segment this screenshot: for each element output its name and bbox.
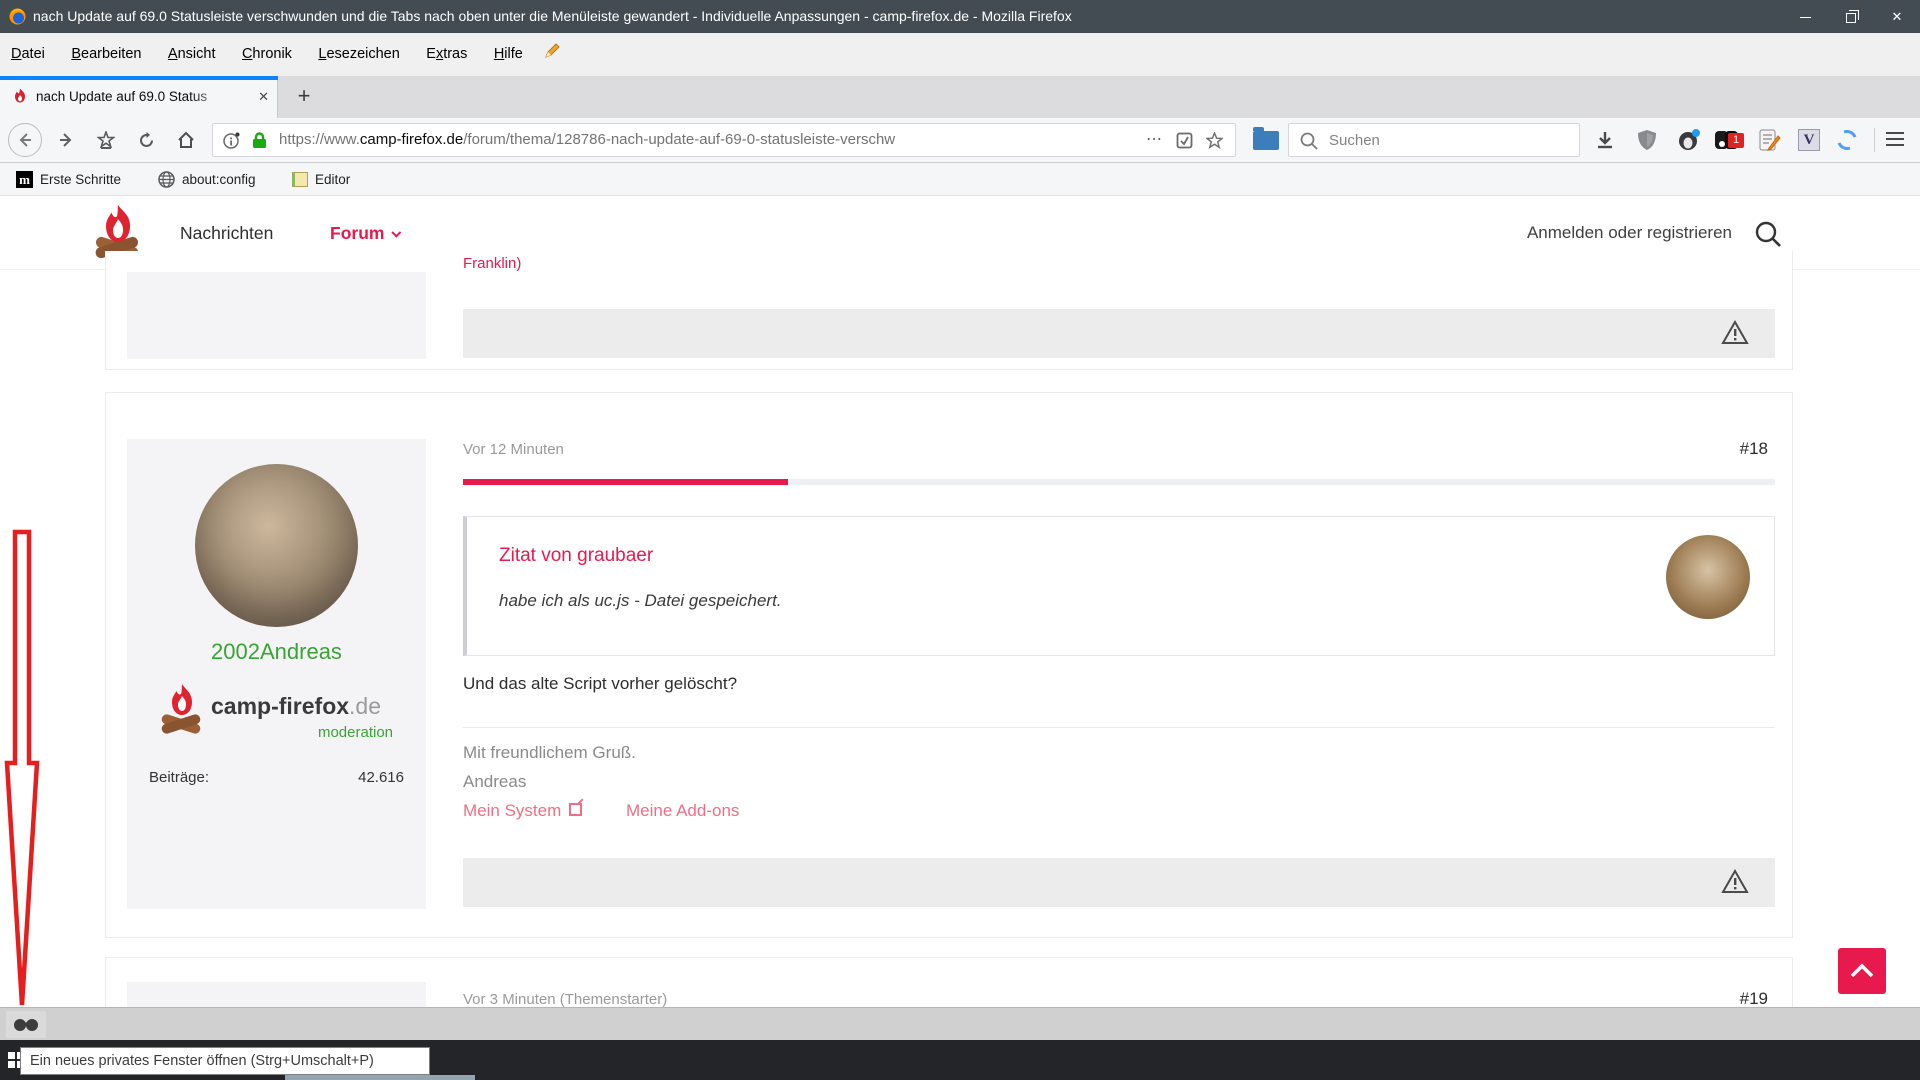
- tab-bar: nach Update auf 69.0 Status ✕ +: [0, 76, 1920, 118]
- post-19-card: Vor 3 Minuten (Themenstarter) #19: [105, 957, 1793, 1007]
- search-bar[interactable]: [1288, 123, 1580, 157]
- userscript-icon[interactable]: [1752, 118, 1786, 162]
- forum-search-icon[interactable]: [1754, 220, 1782, 253]
- author-username[interactable]: 2002Andreas: [127, 639, 426, 665]
- tab-active[interactable]: nach Update auf 69.0 Status ✕: [0, 76, 278, 118]
- window-title: nach Update auf 69.0 Statusleiste versch…: [33, 0, 1072, 33]
- quote-text: habe ich als uc.js - Datei gespeichert.: [499, 591, 782, 611]
- navigation-toolbar: https://www.camp-firefox.de/forum/thema/…: [0, 118, 1920, 163]
- globe-icon: [158, 171, 175, 188]
- search-input[interactable]: [1329, 125, 1569, 155]
- tab-favicon-flame-icon: [12, 88, 28, 109]
- post-18-author-box: 2002Andreas camp-firefox.de moderation B…: [127, 439, 426, 909]
- page-action-box-icon[interactable]: [1176, 132, 1193, 154]
- bookmark-folder-icon[interactable]: [1253, 131, 1279, 150]
- post-17-card: Franklin): [105, 251, 1793, 370]
- post-18-time[interactable]: Vor 12 Minuten: [463, 441, 564, 458]
- extension-badged-icon[interactable]: 1: [1710, 118, 1744, 162]
- window-titlebar: nach Update auf 69.0 Statusleiste versch…: [0, 0, 1920, 33]
- bookmark-about-config[interactable]: about:config: [158, 163, 256, 195]
- menu-hilfe[interactable]: Hilfe: [483, 33, 534, 76]
- home-button[interactable]: [168, 118, 204, 162]
- mozilla-m-icon: m: [16, 171, 33, 188]
- signature-line-2: Andreas: [463, 772, 526, 792]
- post-17-footer: [463, 309, 1775, 358]
- menu-chronik[interactable]: Chronik: [231, 33, 303, 76]
- post-19-author-box: [127, 982, 426, 1007]
- status-bar-mask-button[interactable]: [6, 1011, 46, 1038]
- post-18-body: Und das alte Script vorher gelöscht?: [463, 674, 737, 694]
- signature-line-1: Mit freundlichem Gruß.: [463, 743, 636, 763]
- firefox-app-icon: [9, 8, 26, 30]
- tab-close-icon[interactable]: ✕: [258, 76, 269, 118]
- menu-ansicht[interactable]: Ansicht: [157, 33, 227, 76]
- bookmarks-menu-icon[interactable]: [88, 118, 124, 162]
- posts-label: Beiträge:: [149, 769, 209, 786]
- post-18-footer: [463, 858, 1775, 907]
- extension-badge-count: 1: [1728, 133, 1744, 148]
- taskbar-tooltip: Ein neues privates Fenster öffnen (Strg+…: [20, 1047, 430, 1075]
- annotation-arrow: [0, 520, 48, 1007]
- sync-refresh-icon[interactable]: [1830, 118, 1864, 162]
- menu-bearbeiten[interactable]: Bearbeiten: [60, 33, 152, 76]
- new-tab-button[interactable]: +: [286, 76, 322, 118]
- camp-firefox-badge-flame-icon: [161, 683, 207, 746]
- url-bar[interactable]: https://www.camp-firefox.de/forum/thema/…: [212, 123, 1236, 157]
- restore-button[interactable]: [1828, 0, 1874, 33]
- report-warning-icon[interactable]: [1721, 869, 1749, 895]
- site-info-icon[interactable]: [223, 132, 240, 154]
- v-extension-icon[interactable]: V: [1792, 118, 1826, 162]
- notepad-icon: [292, 172, 308, 187]
- post-19-time[interactable]: Vor 3 Minuten (Themenstarter): [463, 991, 667, 1007]
- notes-pencil-icon[interactable]: [544, 43, 560, 64]
- reload-button[interactable]: [128, 118, 164, 162]
- menu-bar: Datei Bearbeiten Ansicht Chronik Lesezei…: [0, 33, 1920, 76]
- author-role: moderation: [211, 724, 393, 741]
- menu-extras[interactable]: Extras: [415, 33, 478, 76]
- chevron-down-icon: [392, 228, 402, 238]
- mask-icon: [13, 1018, 39, 1032]
- quote-title-link[interactable]: Zitat von graubaer: [499, 545, 653, 567]
- author-avatar[interactable]: [195, 464, 358, 627]
- quote-box: Zitat von graubaer habe ich als uc.js - …: [463, 516, 1775, 656]
- back-button[interactable]: [6, 118, 44, 162]
- bookmark-star-icon[interactable]: [1206, 132, 1223, 154]
- bookmark-editor[interactable]: Editor: [292, 163, 350, 195]
- report-warning-icon[interactable]: [1721, 320, 1749, 346]
- external-link-icon: [569, 803, 582, 816]
- post-18-card: 2002Andreas camp-firefox.de moderation B…: [105, 392, 1793, 938]
- forward-button[interactable]: [48, 118, 84, 162]
- bookmark-erste-schritte[interactable]: m Erste Schritte: [16, 163, 121, 195]
- posts-value: 42.616: [358, 769, 404, 786]
- bookmarks-toolbar: m Erste Schritte about:config Editor: [0, 163, 1920, 196]
- post-17-text-fragment[interactable]: Franklin): [463, 255, 521, 272]
- search-icon: [1300, 132, 1318, 150]
- author-brand: camp-firefox.de: [211, 693, 381, 720]
- browser-status-bar: [0, 1007, 1920, 1040]
- downloads-icon[interactable]: [1588, 118, 1622, 162]
- ublock-shield-icon[interactable]: [1630, 118, 1664, 162]
- link-meine-addons[interactable]: Meine Add-ons: [626, 801, 739, 821]
- scroll-to-top-button[interactable]: [1838, 948, 1886, 994]
- page-actions-icon[interactable]: ⋯: [1146, 124, 1163, 156]
- menu-datei[interactable]: Datei: [0, 33, 56, 76]
- minimize-button[interactable]: [1782, 0, 1828, 33]
- chevron-up-icon: [1850, 963, 1874, 979]
- post-18-number[interactable]: #18: [1740, 439, 1768, 459]
- menu-hamburger-icon[interactable]: [1886, 132, 1904, 146]
- quoted-user-avatar[interactable]: [1666, 535, 1750, 619]
- close-button[interactable]: ✕: [1874, 0, 1920, 33]
- url-text: https://www.camp-firefox.de/forum/thema/…: [279, 124, 1059, 156]
- menu-lesezeichen[interactable]: Lesezeichen: [307, 33, 410, 76]
- post-18-divider-bar: [463, 479, 1775, 485]
- post-17-author-box: [127, 272, 426, 359]
- post-19-number[interactable]: #19: [1740, 989, 1768, 1007]
- privacy-badger-icon[interactable]: [1672, 118, 1706, 162]
- page-content: Nachrichten Forum Anmelden oder registri…: [0, 196, 1920, 1007]
- https-lock-icon[interactable]: [251, 132, 268, 154]
- taskbar-highlight-strip: [285, 1075, 475, 1080]
- link-mein-system[interactable]: Mein System: [463, 801, 582, 821]
